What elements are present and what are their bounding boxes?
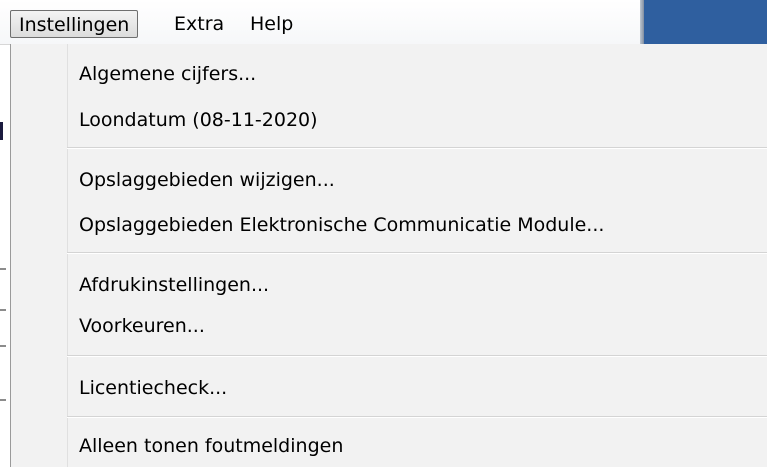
menu-separator xyxy=(67,252,767,254)
edge-artifact xyxy=(0,122,3,140)
edge-artifact xyxy=(0,309,6,311)
menu-item-afdrukinstellingen[interactable]: Afdrukinstellingen... xyxy=(79,267,269,303)
menu-separator xyxy=(67,416,767,418)
menu-bar: Instellingen Extra Help xyxy=(0,0,767,45)
background-window xyxy=(644,0,767,44)
edge-artifact xyxy=(0,268,6,270)
menu-help[interactable]: Help xyxy=(242,10,301,38)
menu-separator xyxy=(67,147,767,149)
menu-item-opslaggebieden-ecm[interactable]: Opslaggebieden Elektronische Communicati… xyxy=(79,207,604,243)
edge-artifact xyxy=(0,399,6,401)
menu-item-alleen-tonen-foutmeldingen[interactable]: Alleen tonen foutmeldingen xyxy=(79,428,343,464)
menu-extra[interactable]: Extra xyxy=(166,10,232,38)
menu-item-licentiecheck[interactable]: Licentiecheck... xyxy=(79,370,227,406)
edge-artifact xyxy=(0,345,6,347)
menu-icon-gutter xyxy=(11,44,68,467)
menu-item-algemene-cijfers[interactable]: Algemene cijfers... xyxy=(79,56,256,92)
menu-separator xyxy=(67,355,767,357)
instellingen-dropdown-menu: Algemene cijfers... Loondatum (08-11-202… xyxy=(10,44,767,467)
menu-item-opslaggebieden-wijzigen[interactable]: Opslaggebieden wijzigen... xyxy=(79,162,335,198)
menu-instellingen[interactable]: Instellingen xyxy=(10,10,139,38)
menu-item-voorkeuren[interactable]: Voorkeuren... xyxy=(79,308,205,344)
menu-item-loondatum[interactable]: Loondatum (08-11-2020) xyxy=(79,102,318,138)
